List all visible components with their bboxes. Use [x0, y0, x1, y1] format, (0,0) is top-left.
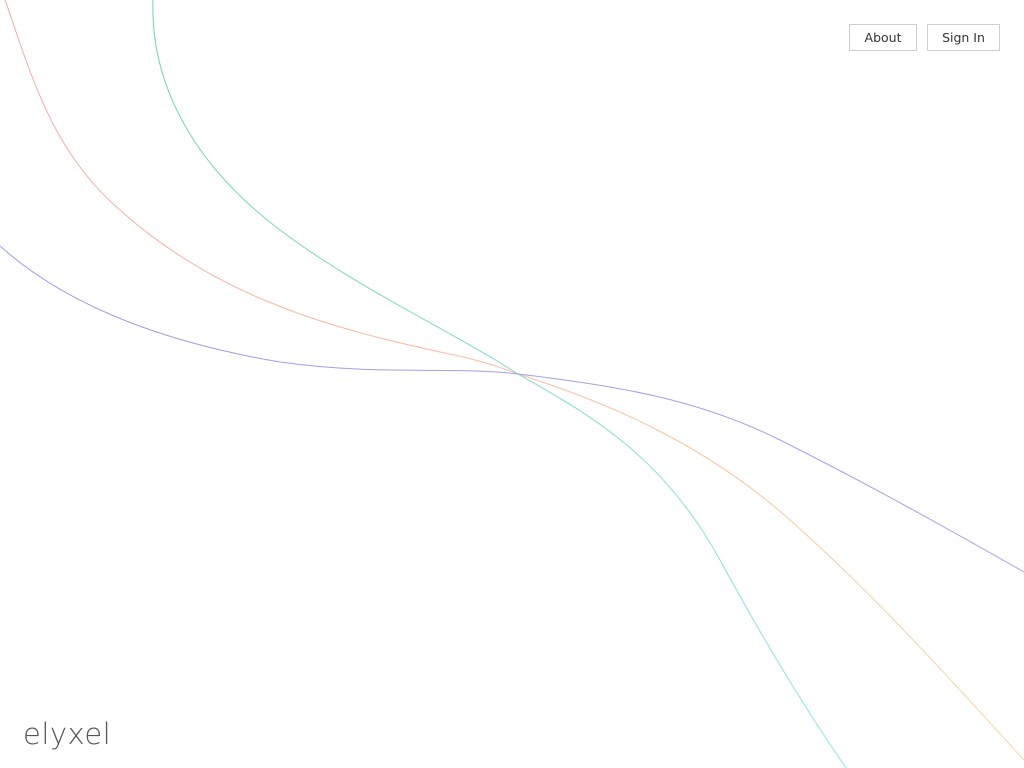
- brand-logo[interactable]: elyxel: [23, 714, 111, 754]
- about-button[interactable]: About: [849, 24, 917, 51]
- top-nav: About Sign In: [849, 24, 1000, 51]
- landing-page: About Sign In elyxel: [0, 0, 1024, 768]
- mint-curve: [152, 0, 847, 768]
- sign-in-button[interactable]: Sign In: [927, 24, 1000, 51]
- decorative-curves: [0, 0, 1024, 768]
- violet-curve: [0, 245, 1024, 573]
- coral-curve: [4, 0, 1024, 761]
